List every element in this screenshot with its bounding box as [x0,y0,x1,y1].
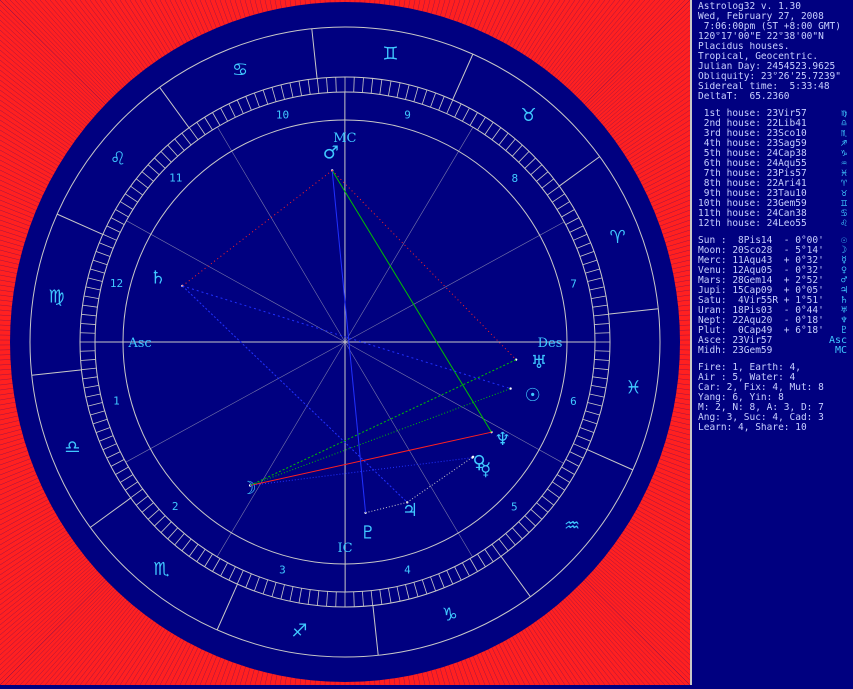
degree-tick [354,592,355,607]
house-number: 9 [404,108,411,121]
julian-day: Julian Day: 2454523.9625 [698,62,853,72]
house-system: Placidus houses. [698,42,853,52]
sign-glyph-icon: ♉ [520,105,536,126]
degree-tick [80,333,95,334]
degree-tick [336,592,337,607]
chart-time: 7:06:00pm (ST +8:00 GMT) [698,22,853,32]
venus-glyph-icon: ♀ [472,452,485,473]
des-label: Des [538,336,563,351]
chart-location: 120°17'00"E 22°38'00"N [698,32,853,42]
stats-elements-2: Air : 5, Water: 4 [698,373,853,383]
sidereal-time: Sidereal time: 5:33:48 [698,82,853,92]
natal-chart-wheel: ♈♉♊♋♌♍♎♏♐♑♒♓123456789101112AscDesMCIC☉☽☿… [0,0,690,685]
house-number: 12 [110,277,123,290]
saturn-glyph-icon: ♄ [150,267,166,288]
sign-glyph-icon: ♋ [232,59,248,80]
house-cusp-row: 12th house: 24Leo55 ♌ [698,219,853,229]
sign-glyph-icon: ♒ [564,516,580,537]
stats-yang-yin: Yang: 6, Yin: 8 [698,393,853,403]
stats-learn-share: Learn: 4, Share: 10 [698,423,853,433]
house-number: 4 [404,564,411,577]
sign-glyph-icon: ♊ [382,44,398,65]
degree-tick [595,351,610,352]
house-number: 3 [279,564,286,577]
jupiter-glyph-icon: ♃ [402,500,418,521]
asc-label: Asc [127,336,151,351]
sign-glyph-icon: ♌ [110,148,126,169]
house-number: 11 [169,172,182,185]
planet-row: Midh: 23Gem59 MC [698,346,853,356]
degree-tick [595,333,610,334]
degree-tick [336,77,337,92]
sun-glyph-icon: ☉ [525,385,541,406]
pluto-glyph-icon: ♇ [360,523,376,544]
stats-modes: Car: 2, Fix: 4, Mut: 8 [698,383,853,393]
obliquity: Obliquity: 23°26'25.7239" [698,72,853,82]
mars-glyph-icon: ♂ [323,143,339,164]
uranus-glyph-icon: ♅ [531,352,547,373]
chart-wheel-area: ♈♉♊♋♌♍♎♏♐♑♒♓123456789101112AscDesMCIC☉☽☿… [0,0,690,685]
sign-glyph-icon: ♏ [153,559,169,580]
degree-tick [354,77,355,92]
sign-glyph-icon: ♓ [625,377,641,398]
house-number: 1 [113,395,120,408]
house-number: 5 [511,500,518,513]
sign-glyph-icon: ♑ [442,605,458,626]
stats-elements: Fire: 1, Earth: 4, [698,363,853,373]
house-number: 8 [512,172,519,185]
stats-angularity: Ang: 3, Suc: 4, Cad: 3 [698,413,853,423]
sign-glyph-icon: ♍ [48,287,64,308]
house-cusp-row-glyph-icon: ♌ [841,219,847,229]
house-number: 2 [172,500,179,513]
planet-row-label: Midh: 23Gem59 [698,345,772,356]
moon-glyph-icon: ☽ [240,478,256,499]
zodiac-type: Tropical, Geocentric. [698,52,853,62]
chart-date: Wed, February 27, 2008 [698,12,853,22]
stats-hemispheres: M: 2, N: 8, A: 3, D: 7 [698,403,853,413]
house-number: 6 [570,395,577,408]
info-panel: Astrolog32 v. 1.30 Wed, February 27, 200… [692,0,853,685]
house-cusp-row-label: 12th house: 24Leo55 [698,218,807,229]
sign-glyph-icon: ♎ [64,437,80,458]
delta-t: DeltaT: 65.2360 [698,92,853,102]
house-number: 10 [276,108,289,121]
sign-glyph-icon: ♐ [292,620,308,641]
house-cusp-list: 1st house: 23Vir57♍ 2nd house: 22Lib41♎ … [698,109,853,229]
ic-label: IC [338,541,353,556]
degree-tick [80,351,95,352]
sign-glyph-icon: ♈ [609,227,625,248]
planet-row-glyph-icon: MC [835,346,847,356]
planet-position-list: Sun : 8Pis14 - 0°00'☉Moon: 20Sco28 - 5°1… [698,236,853,356]
neptune-glyph-icon: ♆ [494,429,510,450]
house-number: 7 [570,277,577,290]
app-title: Astrolog32 v. 1.30 [698,2,853,12]
